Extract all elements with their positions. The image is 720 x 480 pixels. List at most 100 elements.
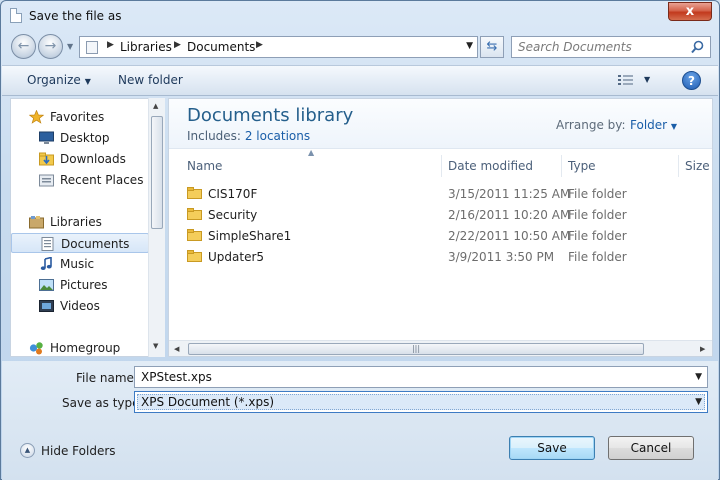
sidebar-item-downloads[interactable]: Downloads [11,149,149,169]
sidebar-item-label: Libraries [50,215,102,229]
breadcrumb-separator-icon[interactable]: ▶ [107,40,114,50]
documents-icon [41,237,54,251]
sidebar-item-label: Music [60,257,95,271]
sidebar-item-music[interactable]: Music [11,254,149,274]
breadcrumb-separator-icon[interactable]: ▶ [174,40,181,50]
file-type: File folder [568,229,627,243]
sidebar-item-label: Documents [61,237,130,251]
hide-folders-chevron-icon[interactable]: ▲ [20,443,35,458]
desktop-icon [39,131,54,144]
views-icon[interactable] [618,74,634,87]
column-header-date[interactable]: Date modified [442,155,562,177]
music-icon [40,257,52,270]
file-date: 2/22/2011 10:50 AM [448,229,571,243]
column-header-name[interactable]: Name [181,155,442,177]
sidebar-item-pictures[interactable]: Pictures [11,275,149,295]
column-header-type[interactable]: Type [562,155,679,177]
search-icon[interactable] [691,40,704,54]
save-dialog-window: Save the file as x ← → ▼ ▶ Libraries ▶ D… [0,0,720,480]
sidebar-item-label: Recent Places [60,173,144,187]
table-row[interactable]: Security 2/16/2011 10:20 AM File folder [179,205,699,225]
save-type-value: XPS Document (*.xps) [141,395,275,409]
recent-places-icon [39,174,54,187]
sidebar-item-homegroup[interactable]: Homegroup [11,338,149,356]
file-name-label: File name: [76,371,138,385]
command-bar: Organize ▼ New folder ▼ ? [2,65,718,96]
downloads-folder-icon [39,152,54,166]
close-button[interactable]: x [668,2,712,21]
sidebar-item-label: Pictures [60,278,108,292]
file-name: Security [208,208,258,222]
scroll-up-icon[interactable]: ▲ [153,102,158,110]
file-name: CIS170F [208,187,258,201]
forward-button[interactable]: → [38,34,63,59]
scroll-right-icon[interactable]: ▶ [700,345,705,353]
address-dropdown-icon[interactable]: ▼ [466,41,473,51]
folder-icon [187,187,202,199]
folder-icon [187,250,202,262]
recent-pages-dropdown[interactable]: ▼ [67,42,75,51]
file-date: 2/16/2011 10:20 AM [448,208,571,222]
breadcrumb-separator-icon[interactable]: ▶ [256,40,263,50]
sidebar-item-videos[interactable]: Videos [11,296,149,316]
scroll-down-icon[interactable]: ▼ [153,342,158,350]
chevron-down-icon[interactable]: ▼ [695,372,702,382]
pictures-icon [39,279,54,291]
help-icon[interactable]: ? [682,71,701,90]
save-type-label: Save as type: [62,396,144,410]
sidebar-item-label: Desktop [60,131,110,145]
back-arrow-icon: ← [17,38,30,54]
search-box[interactable] [511,36,711,58]
hide-folders-button[interactable]: Hide Folders [41,444,116,458]
breadcrumb-libraries[interactable]: Libraries [120,40,172,54]
file-list-scrollbar[interactable]: ◀ ||| ▶ [169,340,712,356]
sidebar-item-recent-places[interactable]: Recent Places [11,170,149,190]
refresh-icon: ⇆ [486,39,498,54]
column-header-size[interactable]: Size [679,155,712,177]
address-bar[interactable]: ▶ Libraries ▶ Documents ▶ ▼ [79,36,478,58]
sidebar-item-favorites[interactable]: Favorites [11,107,149,127]
library-includes: Includes: 2 locations [187,129,310,143]
sidebar-item-label: Videos [60,299,100,313]
breadcrumb-documents[interactable]: Documents [187,40,255,54]
cancel-button[interactable]: Cancel [608,436,694,460]
sidebar-item-libraries[interactable]: Libraries [11,212,149,232]
file-name-field[interactable]: XPStest.xps ▼ [134,366,708,388]
title-bar: Save the file as x [1,1,719,31]
scrollbar-thumb[interactable]: ||| [188,343,644,355]
navigation-pane: Favorites Desktop Downloads Recent Place… [10,98,165,357]
file-name-value: XPStest.xps [141,370,212,384]
back-button[interactable]: ← [11,34,36,59]
includes-label: Includes: [187,129,241,143]
star-icon [29,110,44,124]
file-type: File folder [568,187,627,201]
scrollbar-thumb[interactable] [151,116,163,229]
library-header: Documents library Includes: 2 locations … [169,99,712,149]
sidebar-item-label: Favorites [50,110,105,124]
sidebar-item-documents[interactable]: Documents [11,233,149,253]
table-row[interactable]: CIS170F 3/15/2011 11:25 AM File folder [179,184,699,204]
table-row[interactable]: SimpleShare1 2/22/2011 10:50 AM File fol… [179,226,699,246]
file-name: SimpleShare1 [208,229,292,243]
file-type: File folder [568,250,627,264]
sidebar-item-desktop[interactable]: Desktop [11,128,149,148]
chevron-down-icon[interactable]: ▼ [695,397,702,407]
videos-icon [39,300,54,312]
save-type-select[interactable]: XPS Document (*.xps) ▼ [134,391,708,413]
libraries-icon [29,216,44,229]
new-folder-button[interactable]: New folder [118,73,183,87]
views-dropdown-icon[interactable]: ▼ [644,75,650,84]
navigation-scrollbar[interactable]: ▲ ▼ [148,98,165,357]
refresh-button[interactable]: ⇆ [480,36,504,58]
table-row[interactable]: Updater5 3/9/2011 3:50 PM File folder [179,247,699,267]
arrange-by-dropdown[interactable]: Folder ▼ [630,118,677,132]
document-icon [10,8,22,23]
save-button[interactable]: Save [509,436,595,460]
scroll-left-icon[interactable]: ◀ [174,345,179,353]
file-name: Updater5 [208,250,265,264]
organize-button[interactable]: Organize ▼ [27,73,91,87]
library-title: Documents library [187,105,354,126]
locations-link[interactable]: 2 locations [245,129,310,143]
sidebar-item-label: Homegroup [50,341,121,355]
search-input[interactable] [518,39,688,55]
